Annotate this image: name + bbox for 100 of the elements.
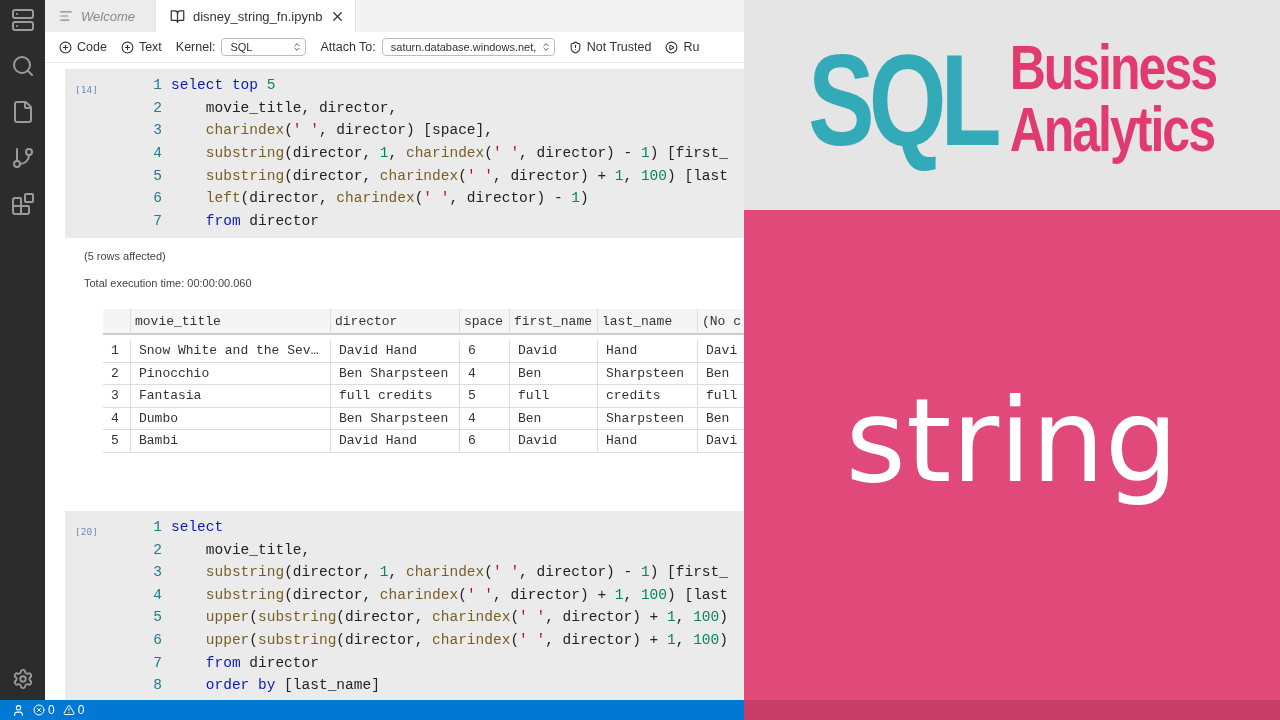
kernel-select[interactable]: SQL [221,38,307,56]
code-line: movie_title, director, [205,99,398,116]
search-icon[interactable] [10,54,35,78]
error-count[interactable]: 0 [48,703,55,717]
table-cell: 4 [460,362,510,386]
add-code-button[interactable]: Code [59,40,107,54]
run-button[interactable]: Ru [665,40,700,54]
table-cell: Ben [510,362,598,386]
table-cell: 5 [460,385,510,408]
table-cell: Sharpsteen [598,407,698,431]
table-cell: Ben [510,407,598,431]
table-cell: Sharpsteen [598,362,698,386]
attach-label: Attach To: [320,40,376,54]
line-number: 7 [152,212,162,229]
code-line: select top 5 [171,77,276,94]
topic-title: string [845,372,1179,508]
line-number: 5 [152,609,162,626]
code-line: movie_title, [205,541,311,558]
line-number: 4 [152,145,162,162]
line-number: 7 [152,654,162,671]
trust-button[interactable]: Not Trusted [568,40,652,54]
column-header[interactable]: movie_title [131,309,331,336]
table-cell: David [510,430,598,453]
table-cell: 6 [460,430,510,453]
caret-icon [292,42,303,52]
extensions-icon[interactable] [10,192,35,216]
table-cell: Hand [598,430,698,453]
execution-count: [20] [74,524,99,537]
line-number: 1 [152,518,162,535]
table-cell: Snow White and the Sev… [131,340,331,363]
line-number: 4 [152,586,162,603]
table-cell: Ben Sharpsteen [331,362,460,386]
row-number: 4 [103,407,131,431]
table-cell: credits [598,385,698,408]
code-line: order by [last_name] [205,677,380,694]
output-message: (5 rows affected) [84,250,167,263]
code-line: upper(substring(director, charindex(' ', director) + 1, 100) [205,609,728,626]
account-icon[interactable] [12,703,25,717]
code-cell[interactable] [65,69,744,239]
tab-label: Welcome [81,8,135,24]
add-text-button[interactable]: Text [120,40,162,54]
line-number: 3 [152,564,162,581]
table-cell: Dumbo [131,407,331,431]
code-line: from director [205,212,319,229]
code-line: left(director, charindex(' ', director) - 1) [205,190,589,207]
column-header[interactable]: space [460,309,510,336]
book-icon [170,8,185,24]
add-icon [59,40,72,54]
warning-count[interactable]: 0 [77,703,85,717]
row-number: 5 [103,430,131,453]
line-number: 6 [152,631,162,648]
row-number: 1 [103,340,131,363]
warning-icon [62,704,75,716]
document-icon [59,9,73,23]
run-icon [665,40,679,54]
column-header[interactable]: (No c [698,309,744,336]
column-header[interactable]: last_name [598,309,698,336]
code-cell[interactable] [65,510,744,700]
row-number: 3 [103,385,131,408]
column-header[interactable]: first_name [510,309,598,336]
notebook-server-icon[interactable] [10,8,35,32]
attach-select[interactable]: saturn.database.windows.net, [381,38,555,56]
shield-icon [568,40,582,54]
line-number: 2 [152,99,162,116]
kernel-label: Kernel: [175,40,216,54]
line-number: 5 [152,167,162,184]
source-control-icon[interactable] [10,146,35,170]
row-number: 2 [103,362,131,386]
table-cell: full credits [331,385,460,408]
error-icon [33,704,45,716]
editor-tab[interactable]: disney_string_fn.ipynb [156,0,357,32]
logo-mark: SQL [807,25,998,174]
code-line: substring(director, charindex(' ', director) + 1, 100) [last [205,167,728,184]
table-cell: full [510,385,598,408]
table-cell: Ben Sharpsteen [331,407,460,431]
settings-icon[interactable] [11,668,34,690]
table-cell: David [510,340,598,363]
code-line: substring(director, 1, charindex(' ', director) - 1) [first_ [205,564,728,581]
caret-icon [540,42,551,52]
execution-count: [14] [74,83,99,95]
code-line: charindex(' ', director) [space], [205,122,493,139]
table-cell: Bambi [131,430,331,453]
tab-label: disney_string_fn.ipynb [193,8,323,24]
code-line: substring(director, charindex(' ', director) + 1, 100) [last [205,586,728,603]
code-line: from director [205,654,319,671]
code-line: substring(director, 1, charindex(' ', director) - 1) [first_ [205,145,728,162]
output-message: Total execution time: 00:00:00.060 [84,277,253,290]
table-cell: Fantasia [131,385,331,408]
code-line: upper(substring(director, charindex(' ', director) + 1, 100) [205,631,728,648]
column-header[interactable]: director [331,309,460,336]
line-number: 2 [152,541,162,558]
header-cell [103,309,131,336]
code-line: select [171,518,224,535]
line-number: 3 [152,122,162,139]
table-cell: 4 [460,407,510,431]
table-cell: Hand [598,340,698,363]
line-number: 1 [152,77,162,94]
line-number: 8 [152,677,162,694]
line-number: 6 [152,190,162,207]
table-cell: David Hand [331,340,460,363]
